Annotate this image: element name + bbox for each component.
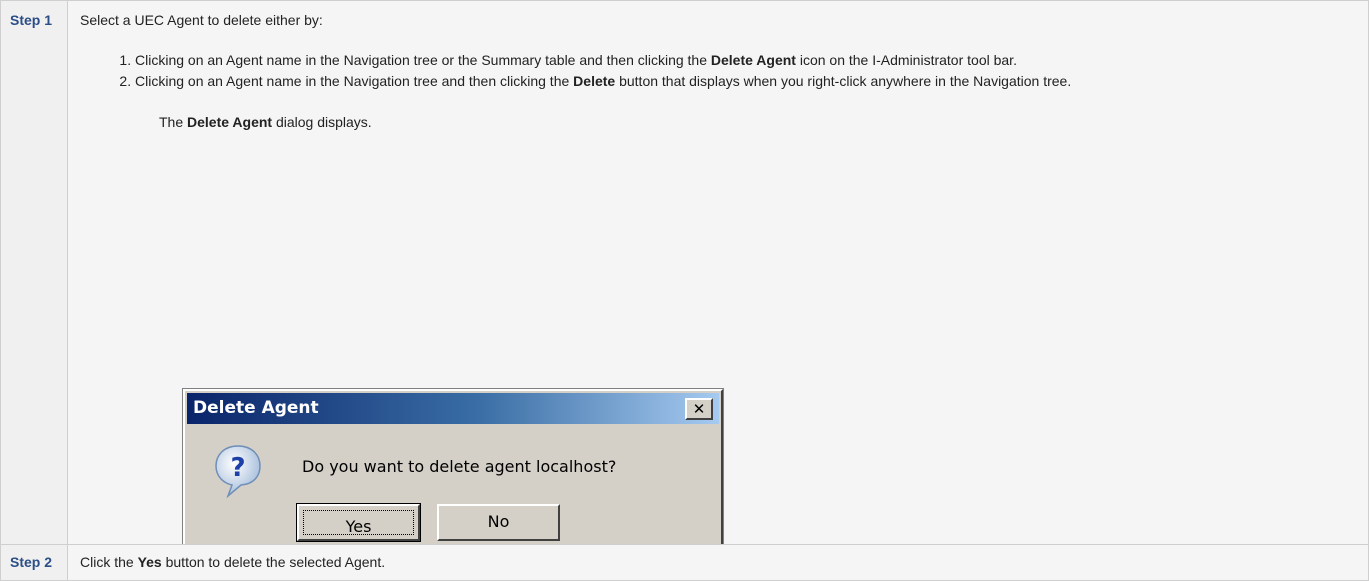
- step2-text: button to delete the selected Agent.: [161, 554, 386, 570]
- dialog-titlebar: Delete Agent ✕: [187, 393, 719, 424]
- step-content: Click the Yes button to delete the selec…: [68, 545, 1368, 580]
- yes-button-label: Yes: [345, 517, 372, 536]
- close-icon: ✕: [692, 400, 706, 418]
- yes-button[interactable]: Yes: [296, 503, 421, 542]
- result-text-part: dialog displays.: [272, 114, 372, 130]
- focus-rect: Yes: [303, 510, 414, 536]
- step-row-1: Step 1 Select a UEC Agent to delete eith…: [0, 0, 1369, 548]
- result-text: The Delete Agent dialog displays.: [159, 114, 1368, 130]
- step-label: Step 1: [1, 1, 68, 544]
- step2-text: Click the: [80, 554, 138, 570]
- dialog-message: Do you want to delete agent localhost?: [302, 457, 617, 476]
- step-label: Step 2: [1, 545, 68, 580]
- question-icon: ?: [215, 445, 261, 499]
- method-list: Clicking on an Agent name in the Navigat…: [80, 51, 1295, 91]
- result-bold-text: Delete Agent: [187, 114, 273, 130]
- step-row-2: Step 2 Click the Yes button to delete th…: [0, 544, 1369, 581]
- method-text: Clicking on an Agent name in the Navigat…: [135, 73, 574, 89]
- no-button-label: No: [487, 512, 510, 531]
- method-item: Clicking on an Agent name in the Navigat…: [135, 51, 1295, 70]
- no-button[interactable]: No: [437, 504, 560, 541]
- result-text-part: The: [159, 114, 188, 130]
- method-text: button that displays when you right-clic…: [615, 73, 1072, 89]
- steps-table: Step 1 Select a UEC Agent to delete eith…: [0, 0, 1369, 581]
- step2-bold-text: Yes: [137, 554, 162, 570]
- dialog-title: Delete Agent: [193, 398, 319, 418]
- method-text: icon on the I-Administrator tool bar.: [795, 52, 1017, 68]
- method-bold-text: Delete Agent: [710, 52, 796, 68]
- delete-agent-dialog: Delete Agent ✕ ? Do you want to delete a…: [182, 388, 724, 548]
- svg-text:?: ?: [230, 453, 245, 483]
- method-bold-text: Delete: [573, 73, 616, 89]
- step-intro-text: Select a UEC Agent to delete either by:: [80, 12, 323, 28]
- method-item: Clicking on an Agent name in the Navigat…: [135, 72, 1295, 91]
- close-button[interactable]: ✕: [685, 398, 713, 420]
- method-text: Clicking on an Agent name in the Navigat…: [135, 52, 711, 68]
